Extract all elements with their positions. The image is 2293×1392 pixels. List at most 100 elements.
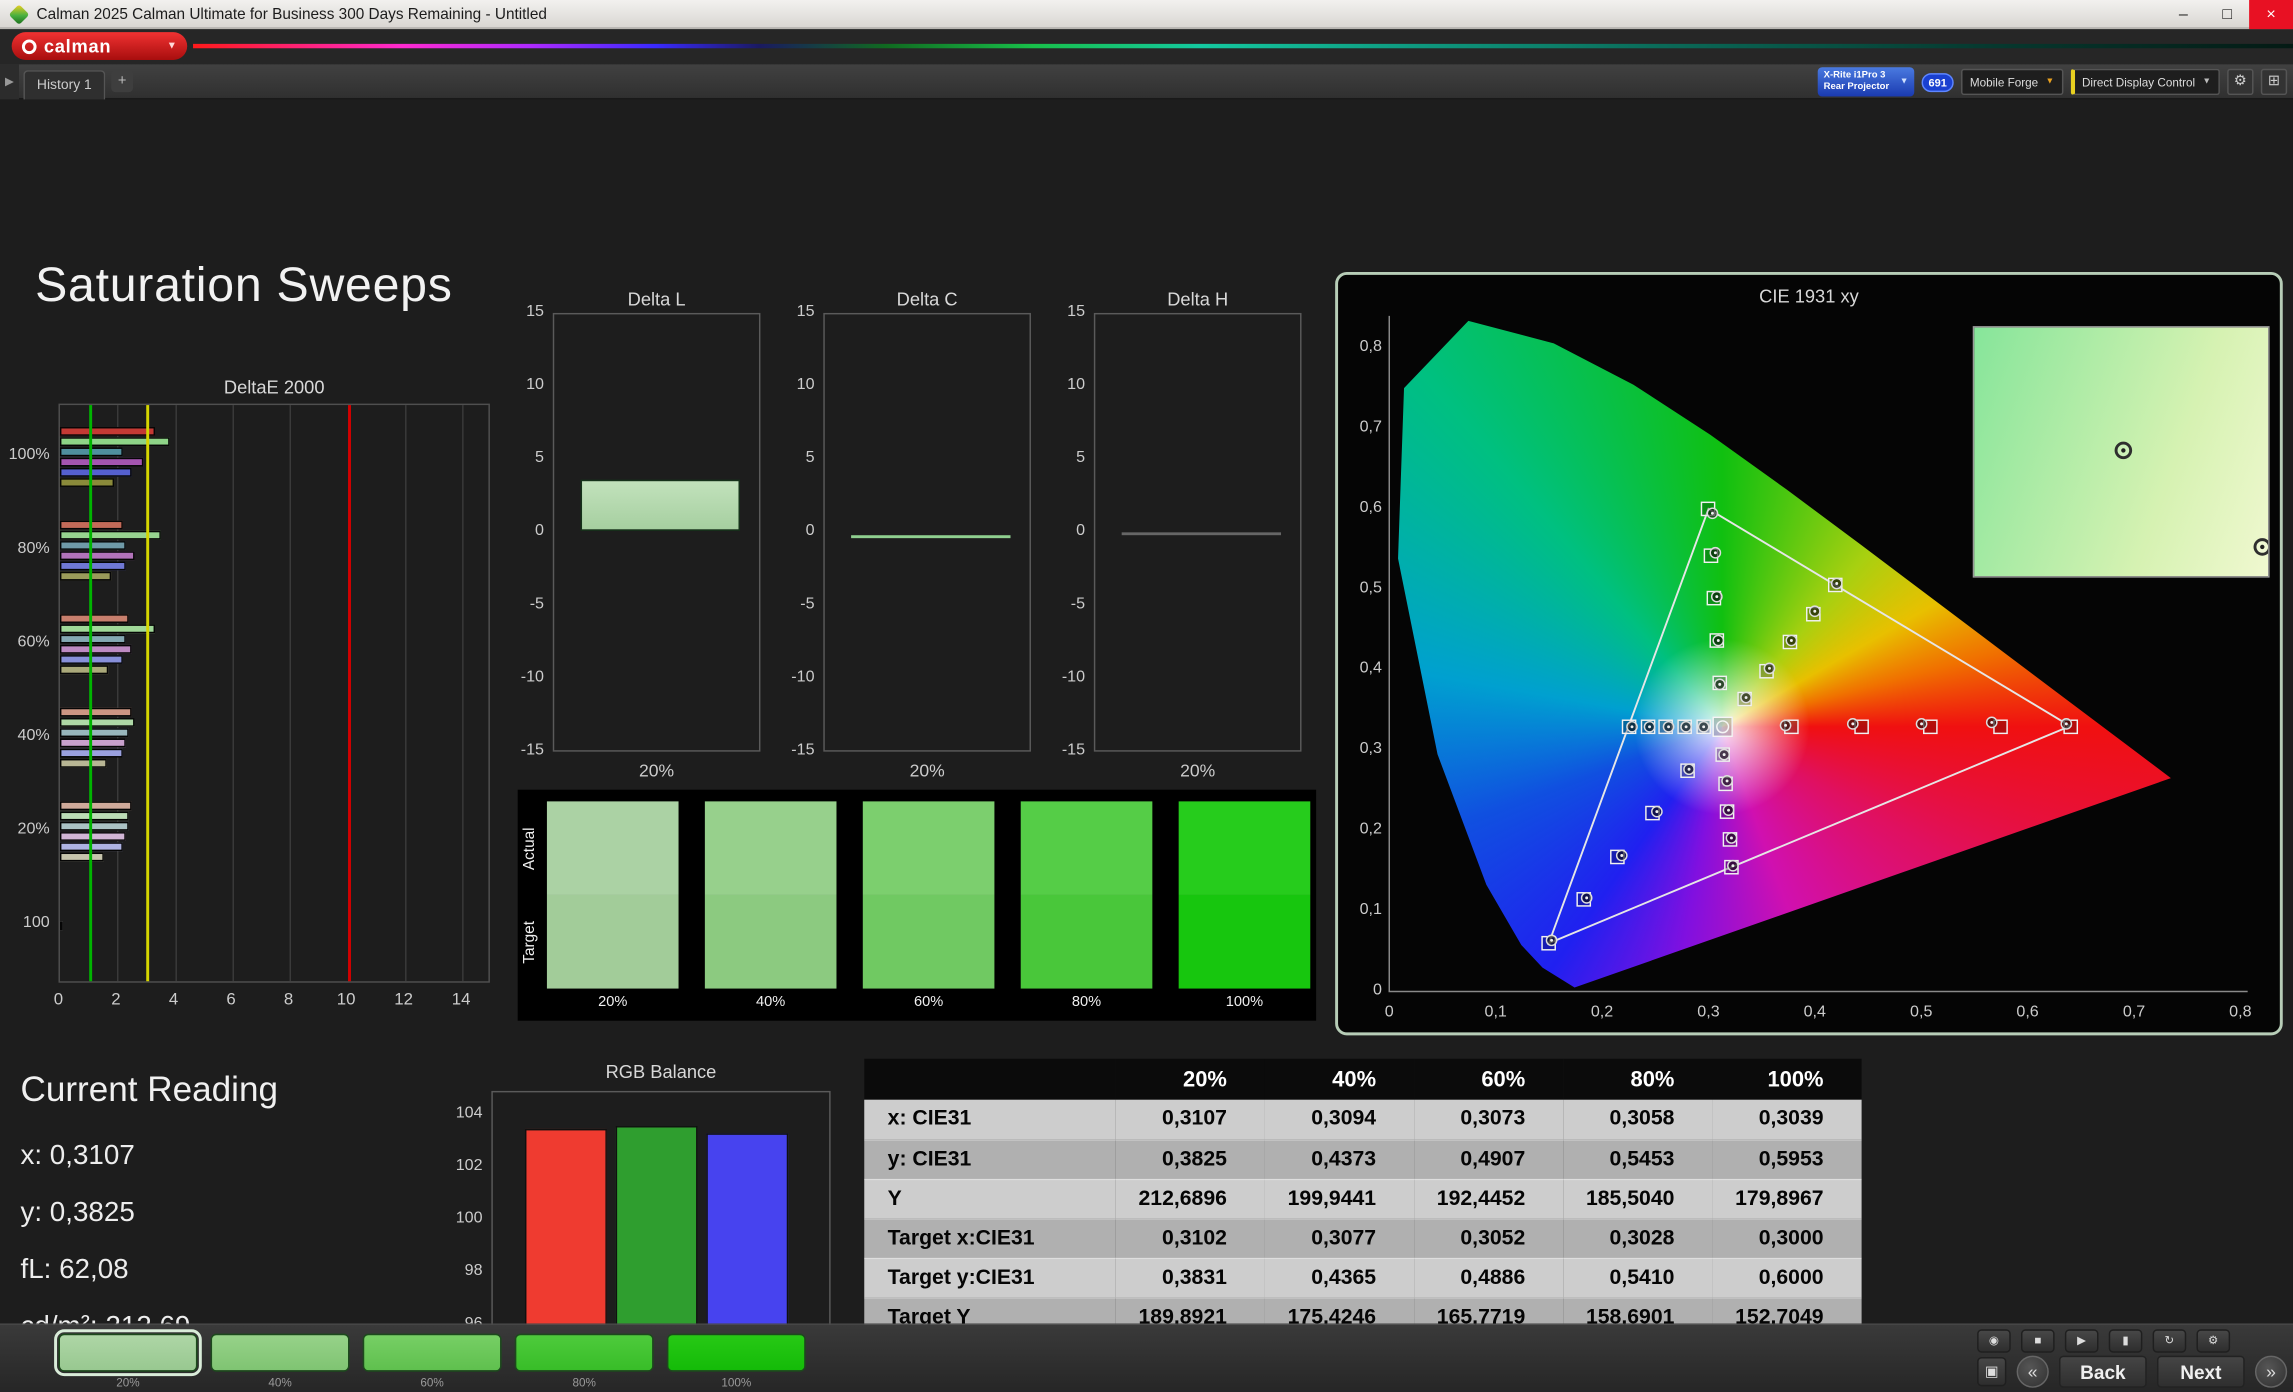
- page-title: Saturation Sweeps: [35, 257, 453, 312]
- deltae-bar: [59, 457, 144, 467]
- measured-point-green: [1713, 677, 1726, 690]
- maximize-button[interactable]: □: [2205, 0, 2249, 29]
- table-cell: 0,3094: [1264, 1099, 1415, 1140]
- rgb-bar-green: [615, 1125, 698, 1334]
- deltae-bar: [59, 665, 109, 675]
- grid-line: [289, 405, 292, 982]
- pattern-button-80%[interactable]: [514, 1333, 654, 1372]
- axis-tick-label: 0: [1076, 522, 1086, 540]
- measurement-table: 20% 40% 60% 80% 100% x: CIE31 0,3107 0,3094 0,30…: [864, 1058, 1862, 1338]
- grid-line: [405, 405, 407, 982]
- layout-icon[interactable]: ⊞: [2260, 68, 2288, 96]
- deltae-bar: [59, 634, 127, 644]
- table-row: x: CIE31 0,3107 0,3094 0,3073 0,3058 0,3039: [864, 1099, 1862, 1140]
- actual-target-swatch-strip: Actual Target 20% 40% 60% 80% 100%: [517, 789, 1317, 1021]
- display-control-label: Direct Display Control: [2081, 75, 2196, 89]
- read-series-button[interactable]: ▶: [2064, 1329, 2099, 1353]
- target-swatch: [1020, 894, 1153, 989]
- read-continuous-button[interactable]: ◉: [1977, 1329, 2011, 1353]
- gear-icon[interactable]: ⚙: [2227, 68, 2254, 96]
- chevron-down-icon: ▼: [1899, 77, 1909, 87]
- app-window: Calman 2025 Calman Ultimate for Business…: [0, 0, 2293, 1392]
- pattern-button-label: 60%: [420, 1376, 444, 1390]
- measured-point-yellow: [1763, 663, 1775, 675]
- table-cell: 0,3028: [1563, 1218, 1713, 1259]
- target-swatch: [1178, 894, 1311, 989]
- pass-reference-line: [88, 405, 92, 982]
- current-reading-title: Current Reading: [20, 1070, 279, 1110]
- axis-tick-label: 98: [464, 1261, 483, 1280]
- minimize-button[interactable]: –: [2161, 0, 2205, 29]
- table-header-cell: 100%: [1712, 1058, 1862, 1100]
- chart-title: Delta H: [1167, 289, 1229, 311]
- pattern-button-100%[interactable]: [666, 1333, 806, 1372]
- axis-tick-label: -5: [1070, 595, 1086, 613]
- measured-point-cyan: [1625, 720, 1638, 732]
- axis-tick-label: 5: [535, 448, 545, 467]
- measured-point-blue: [1615, 848, 1628, 861]
- deltae-bar: [59, 614, 129, 623]
- rgb-bar-blue: [706, 1133, 789, 1334]
- back-button[interactable]: Back: [2059, 1355, 2147, 1388]
- refresh-button[interactable]: ↻: [2152, 1329, 2187, 1353]
- pattern-button-label: 100%: [721, 1376, 752, 1390]
- reading-count-badge[interactable]: 691: [1921, 72, 1954, 92]
- measured-point-cyan: [1643, 720, 1656, 732]
- table-cell: 0,5410: [1563, 1257, 1713, 1298]
- meter-select-button[interactable]: X-Rite i1Pro 3 Rear Projector ▼: [1817, 67, 1915, 97]
- deltae-bar: [59, 920, 64, 930]
- table-cell: 0,3102: [1115, 1218, 1265, 1259]
- axis-tick-label: 2: [111, 991, 121, 1010]
- table-cell: 0,3107: [1115, 1099, 1265, 1140]
- measured-point-red: [1915, 717, 1928, 730]
- axis-tick-label: 104: [455, 1103, 483, 1122]
- pattern-source-dropdown[interactable]: Mobile Forge ▼: [1961, 68, 2063, 96]
- deltae-bar: [59, 821, 129, 831]
- rgb-y-axis: 1041021009896: [447, 1091, 485, 1340]
- axis-tick-label: 10: [336, 991, 356, 1010]
- add-tab-button[interactable]: +: [111, 70, 134, 93]
- actual-row-label: Actual: [520, 826, 539, 870]
- measured-point-yellow: [1785, 634, 1798, 647]
- measurement-table-grid: 20% 40% 60% 80% 100% x: CIE31 0,3107 0,3094 0,30…: [864, 1058, 1862, 1338]
- table-header-cell: [864, 1058, 1116, 1100]
- axis-tick-label: 0,3: [1697, 1003, 1720, 1021]
- history-expander-button[interactable]: ▶: [0, 63, 20, 99]
- table-cell: 179,8967: [1712, 1178, 1862, 1219]
- pause-button[interactable]: ▮: [2108, 1329, 2143, 1353]
- measured-point-green: [1706, 506, 1719, 519]
- table-row-label: x: CIE31: [864, 1099, 1116, 1140]
- table-cell: 0,4365: [1264, 1257, 1415, 1298]
- stop-button[interactable]: ■: [2020, 1329, 2055, 1353]
- delta-line: [851, 535, 1011, 539]
- pattern-button-20%[interactable]: [54, 1329, 202, 1377]
- pattern-button-60%[interactable]: [362, 1333, 502, 1372]
- table-row-label: y: CIE31: [864, 1139, 1116, 1180]
- pattern-window-icon[interactable]: ▣: [1977, 1357, 2007, 1387]
- measured-point-red: [1985, 716, 1998, 729]
- table-row-label: Target x:CIE31: [864, 1218, 1116, 1259]
- next-button[interactable]: Next: [2156, 1355, 2245, 1388]
- axis-tick-label: 20%: [639, 760, 675, 781]
- axis-tick-label: 0: [53, 991, 64, 1010]
- table-row: Target y:CIE31 0,3831 0,4365 0,4886 0,5410 0,…: [864, 1257, 1862, 1298]
- actual-swatch: [862, 801, 995, 895]
- table-cell: 0,3052: [1414, 1218, 1564, 1259]
- measured-point-cyan: [1680, 720, 1692, 732]
- back-skip-icon[interactable]: «: [2016, 1355, 2049, 1388]
- calman-menu-button[interactable]: calman ▼: [11, 32, 188, 60]
- pattern-swatch-group: 20%: [54, 1329, 202, 1389]
- settings-button[interactable]: ⚙: [2196, 1329, 2231, 1353]
- meter-name: X-Rite i1Pro 3: [1823, 70, 1886, 81]
- axis-tick-label: 20%: [17, 820, 50, 838]
- delta-l-chart: Delta L 15 10 5 0 -5 -10 -15 20%: [521, 290, 761, 781]
- delta-l-y-axis: 15 10 5 0 -5 -10 -15: [512, 303, 547, 759]
- tab-history-1[interactable]: History 1: [23, 69, 106, 99]
- axis-tick-label: 12: [394, 991, 413, 1010]
- pattern-button-40%[interactable]: [210, 1333, 350, 1372]
- swatch-label: 60%: [913, 994, 944, 1011]
- next-skip-icon[interactable]: »: [2254, 1355, 2288, 1388]
- close-button[interactable]: ×: [2249, 0, 2293, 29]
- display-control-dropdown[interactable]: Direct Display Control ▼: [2070, 68, 2220, 96]
- target-swatch: [546, 894, 679, 989]
